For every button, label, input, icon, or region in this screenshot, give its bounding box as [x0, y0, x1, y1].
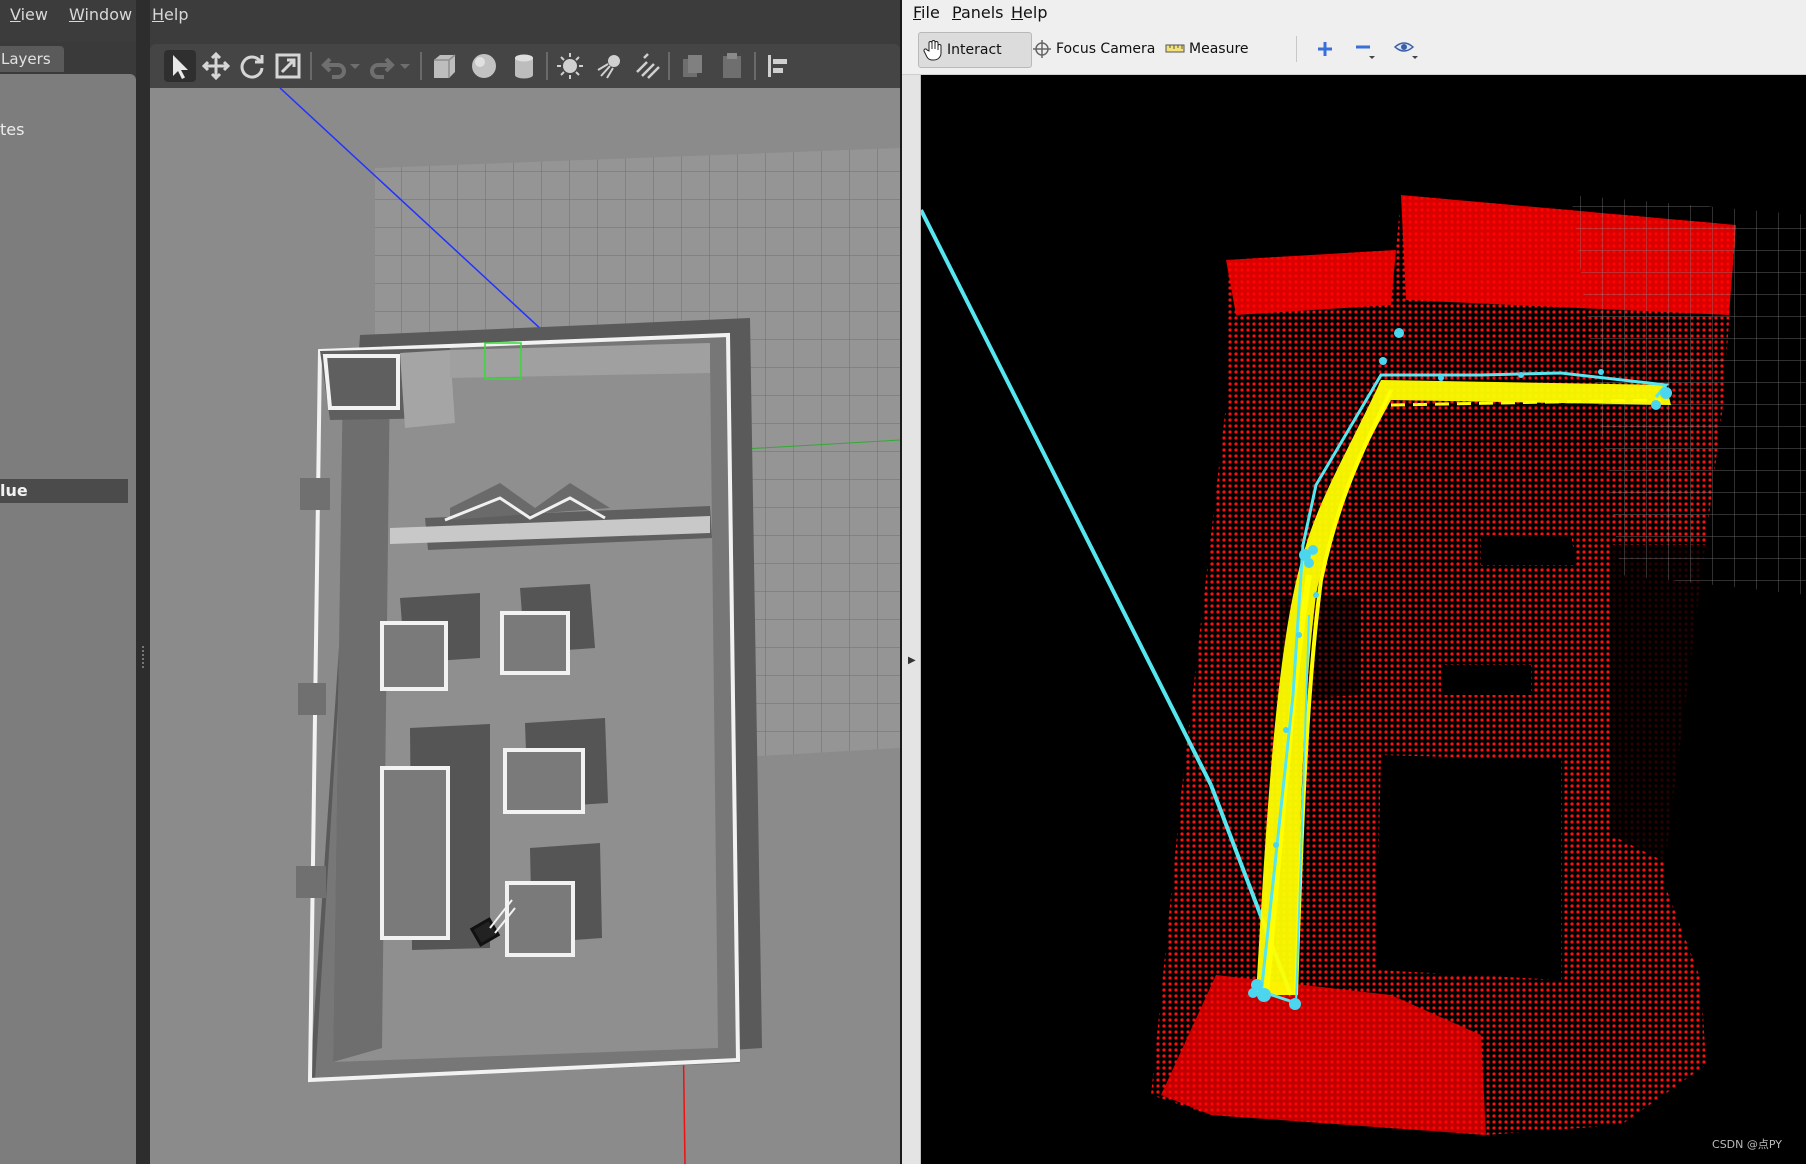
select-mode-icon[interactable] — [164, 50, 196, 82]
property-value-header: lue — [0, 479, 128, 503]
spot-light-icon[interactable] — [594, 50, 626, 82]
tab-layers-label: Layers — [1, 50, 51, 68]
expand-arrow-icon[interactable]: ▶ — [908, 655, 916, 666]
toolbar-separator — [420, 52, 422, 80]
ruler-icon — [1165, 44, 1185, 53]
tab-layers[interactable]: Layers — [0, 46, 64, 72]
redo-dropdown-icon[interactable] — [396, 50, 414, 82]
box-shape-icon[interactable] — [428, 50, 460, 82]
crosshair-icon — [1033, 40, 1051, 58]
toolbar-separator — [546, 52, 548, 80]
toolbar-separator — [668, 52, 670, 80]
translate-mode-icon[interactable] — [200, 50, 232, 82]
panel-splitter[interactable] — [136, 0, 150, 1164]
paste-icon[interactable] — [716, 50, 748, 82]
sphere-shape-icon[interactable] — [468, 50, 500, 82]
focus-camera-tool-button[interactable]: Focus Camera — [1032, 32, 1155, 66]
gazebo-menubar: View Window Help — [0, 0, 900, 30]
scale-mode-icon[interactable] — [272, 50, 304, 82]
splitter-grip-icon[interactable] — [142, 646, 144, 668]
point-light-icon[interactable] — [554, 50, 586, 82]
hand-icon — [923, 40, 942, 61]
gazebo-toolbar — [150, 44, 900, 88]
interact-tool-label: Interact — [947, 42, 1002, 58]
menu-view[interactable]: View — [10, 5, 48, 24]
rviz-toolbar: Interact Focus Camera Measure — [902, 26, 1806, 75]
interact-tool-button[interactable]: Interact — [918, 32, 1032, 68]
redo-icon[interactable] — [366, 50, 398, 82]
measure-tool-label: Measure — [1189, 41, 1249, 57]
toolbar-separator — [754, 52, 756, 80]
copy-icon[interactable] — [676, 50, 708, 82]
rviz-menubar: File Panels Help — [902, 0, 1806, 26]
add-tool-icon[interactable] — [1315, 32, 1335, 66]
measure-tool-button[interactable]: Measure — [1165, 32, 1249, 66]
layers-panel-body — [0, 74, 136, 1164]
view-eye-icon[interactable] — [1393, 32, 1419, 66]
menu-panels[interactable]: Panels — [952, 3, 1004, 22]
menu-help[interactable]: Help — [152, 5, 188, 24]
focus-camera-tool-label: Focus Camera — [1056, 41, 1156, 57]
remove-tool-icon[interactable] — [1353, 32, 1377, 66]
watermark: CSDN @点PY — [1712, 1138, 1782, 1151]
rotate-mode-icon[interactable] — [236, 50, 268, 82]
undo-dropdown-icon[interactable] — [346, 50, 364, 82]
toolbar-separator — [1296, 36, 1297, 62]
rviz-3d-viewport[interactable]: CSDN @点PY — [919, 75, 1806, 1164]
panel-partial-text: tes — [0, 120, 25, 139]
gazebo-3d-viewport[interactable] — [150, 87, 900, 1164]
menu-window[interactable]: Window — [69, 5, 132, 24]
menu-help[interactable]: Help — [1011, 3, 1047, 22]
menu-file[interactable]: File — [913, 3, 940, 22]
rviz-collapsed-sidebar[interactable]: ▶ — [902, 75, 921, 1164]
directional-light-icon[interactable] — [632, 50, 664, 82]
rviz-window: File Panels Help Interact Focus Camera M… — [900, 0, 1806, 1164]
cylinder-shape-icon[interactable] — [508, 50, 540, 82]
gazebo-window: View Window Help Layers tes lue — [0, 0, 900, 1164]
toolbar-separator — [310, 52, 312, 80]
align-icon[interactable] — [762, 50, 794, 82]
